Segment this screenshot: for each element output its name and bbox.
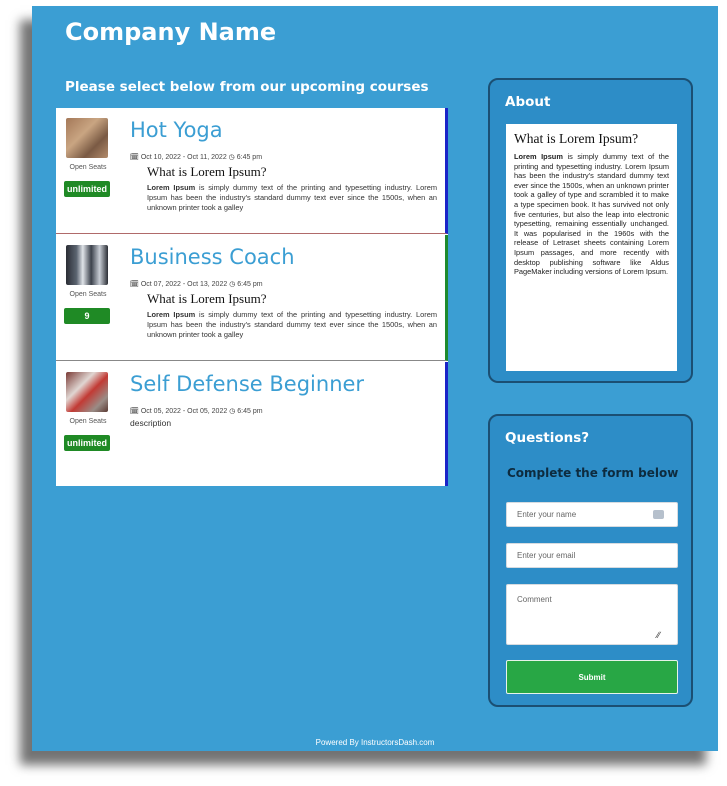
course-dates: 🗓 Oct 05, 2022 - Oct 05, 2022 ◷ 6:45 pm	[130, 407, 263, 415]
open-seats-label: Open Seats	[69, 164, 107, 171]
course-thumbnail	[66, 372, 108, 412]
course-thumbnail	[66, 118, 108, 158]
seats-badge: unlimited	[64, 181, 110, 197]
course-title[interactable]: Self Defense Beginner	[130, 372, 364, 396]
description-text: description	[130, 418, 172, 428]
seats-badge: 9	[64, 308, 110, 324]
course-list: Open Seats unlimited Hot Yoga 🗓 Oct 10, …	[56, 108, 448, 486]
course-time: 6:45 pm	[236, 154, 263, 161]
email-input[interactable]	[506, 543, 678, 568]
description-text: Lorem Ipsum is simply dummy text of the …	[147, 310, 437, 350]
description-text: Lorem Ipsum is simply dummy text of the …	[147, 183, 437, 223]
description-strong: Lorem Ipsum	[147, 310, 196, 319]
about-heading: What is Lorem Ipsum?	[514, 131, 639, 146]
calendar-icon: 🗓	[130, 408, 139, 415]
page-container: Company Name Please select below from ou…	[32, 6, 718, 751]
course-item-self-defense-beginner[interactable]: Open Seats unlimited Self Defense Beginn…	[56, 362, 448, 486]
form-subtitle: Complete the form below	[507, 466, 679, 480]
about-rest: is simply dummy text of the printing and…	[514, 152, 670, 277]
calendar-icon: 🗓	[130, 154, 139, 161]
course-item-business-coach[interactable]: Open Seats 9 Business Coach 🗓 Oct 07, 20…	[56, 235, 448, 361]
open-seats-label: Open Seats	[69, 418, 107, 425]
resize-handle-icon[interactable]: ∕∕	[657, 630, 660, 640]
powered-by-footer[interactable]: Powered By InstructorsDash.com	[32, 738, 718, 747]
calendar-icon: 🗓	[130, 281, 139, 288]
course-title[interactable]: Business Coach	[130, 245, 295, 269]
description-heading: What is Lorem Ipsum?	[147, 164, 267, 179]
courses-heading: Please select below from our upcoming co…	[65, 79, 429, 95]
date-range: Oct 05, 2022 - Oct 05, 2022	[140, 408, 228, 415]
submit-button[interactable]: Submit	[506, 660, 678, 694]
questions-card: Questions? Complete the form below ∕∕ Su…	[488, 414, 693, 707]
course-time: 6:45 pm	[237, 281, 263, 288]
about-strong: Lorem Ipsum	[514, 152, 563, 161]
description-heading: What is Lorem Ipsum?	[147, 291, 267, 306]
about-title: About	[505, 94, 551, 110]
open-seats-label: Open Seats	[69, 291, 107, 298]
course-thumbnail	[66, 245, 108, 285]
clock-icon: ◷	[229, 281, 236, 288]
about-content: What is Lorem Ipsum? Lorem Ipsum is simp…	[506, 124, 677, 371]
date-range: Oct 10, 2022 - Oct 11, 2022	[140, 154, 227, 161]
course-item-hot-yoga[interactable]: Open Seats unlimited Hot Yoga 🗓 Oct 10, …	[56, 108, 448, 234]
autofill-icon[interactable]	[653, 510, 664, 519]
course-title[interactable]: Hot Yoga	[130, 118, 223, 142]
clock-icon: ◷	[228, 154, 235, 161]
comment-textarea[interactable]	[506, 584, 678, 645]
course-time: 6:45 pm	[237, 408, 263, 415]
course-dates: 🗓 Oct 07, 2022 - Oct 13, 2022 ◷ 6:45 pm	[130, 280, 263, 288]
course-dates: 🗓 Oct 10, 2022 - Oct 11, 2022 ◷ 6:45 pm	[130, 153, 262, 161]
date-range: Oct 07, 2022 - Oct 13, 2022	[140, 281, 228, 288]
about-text: Lorem Ipsum is simply dummy text of the …	[514, 152, 669, 277]
about-card: About What is Lorem Ipsum? Lorem Ipsum i…	[488, 78, 693, 383]
clock-icon: ◷	[229, 408, 236, 415]
seats-badge: unlimited	[64, 435, 110, 451]
company-name: Company Name	[65, 18, 277, 46]
description-strong: Lorem Ipsum	[147, 183, 196, 192]
questions-title: Questions?	[505, 430, 590, 446]
